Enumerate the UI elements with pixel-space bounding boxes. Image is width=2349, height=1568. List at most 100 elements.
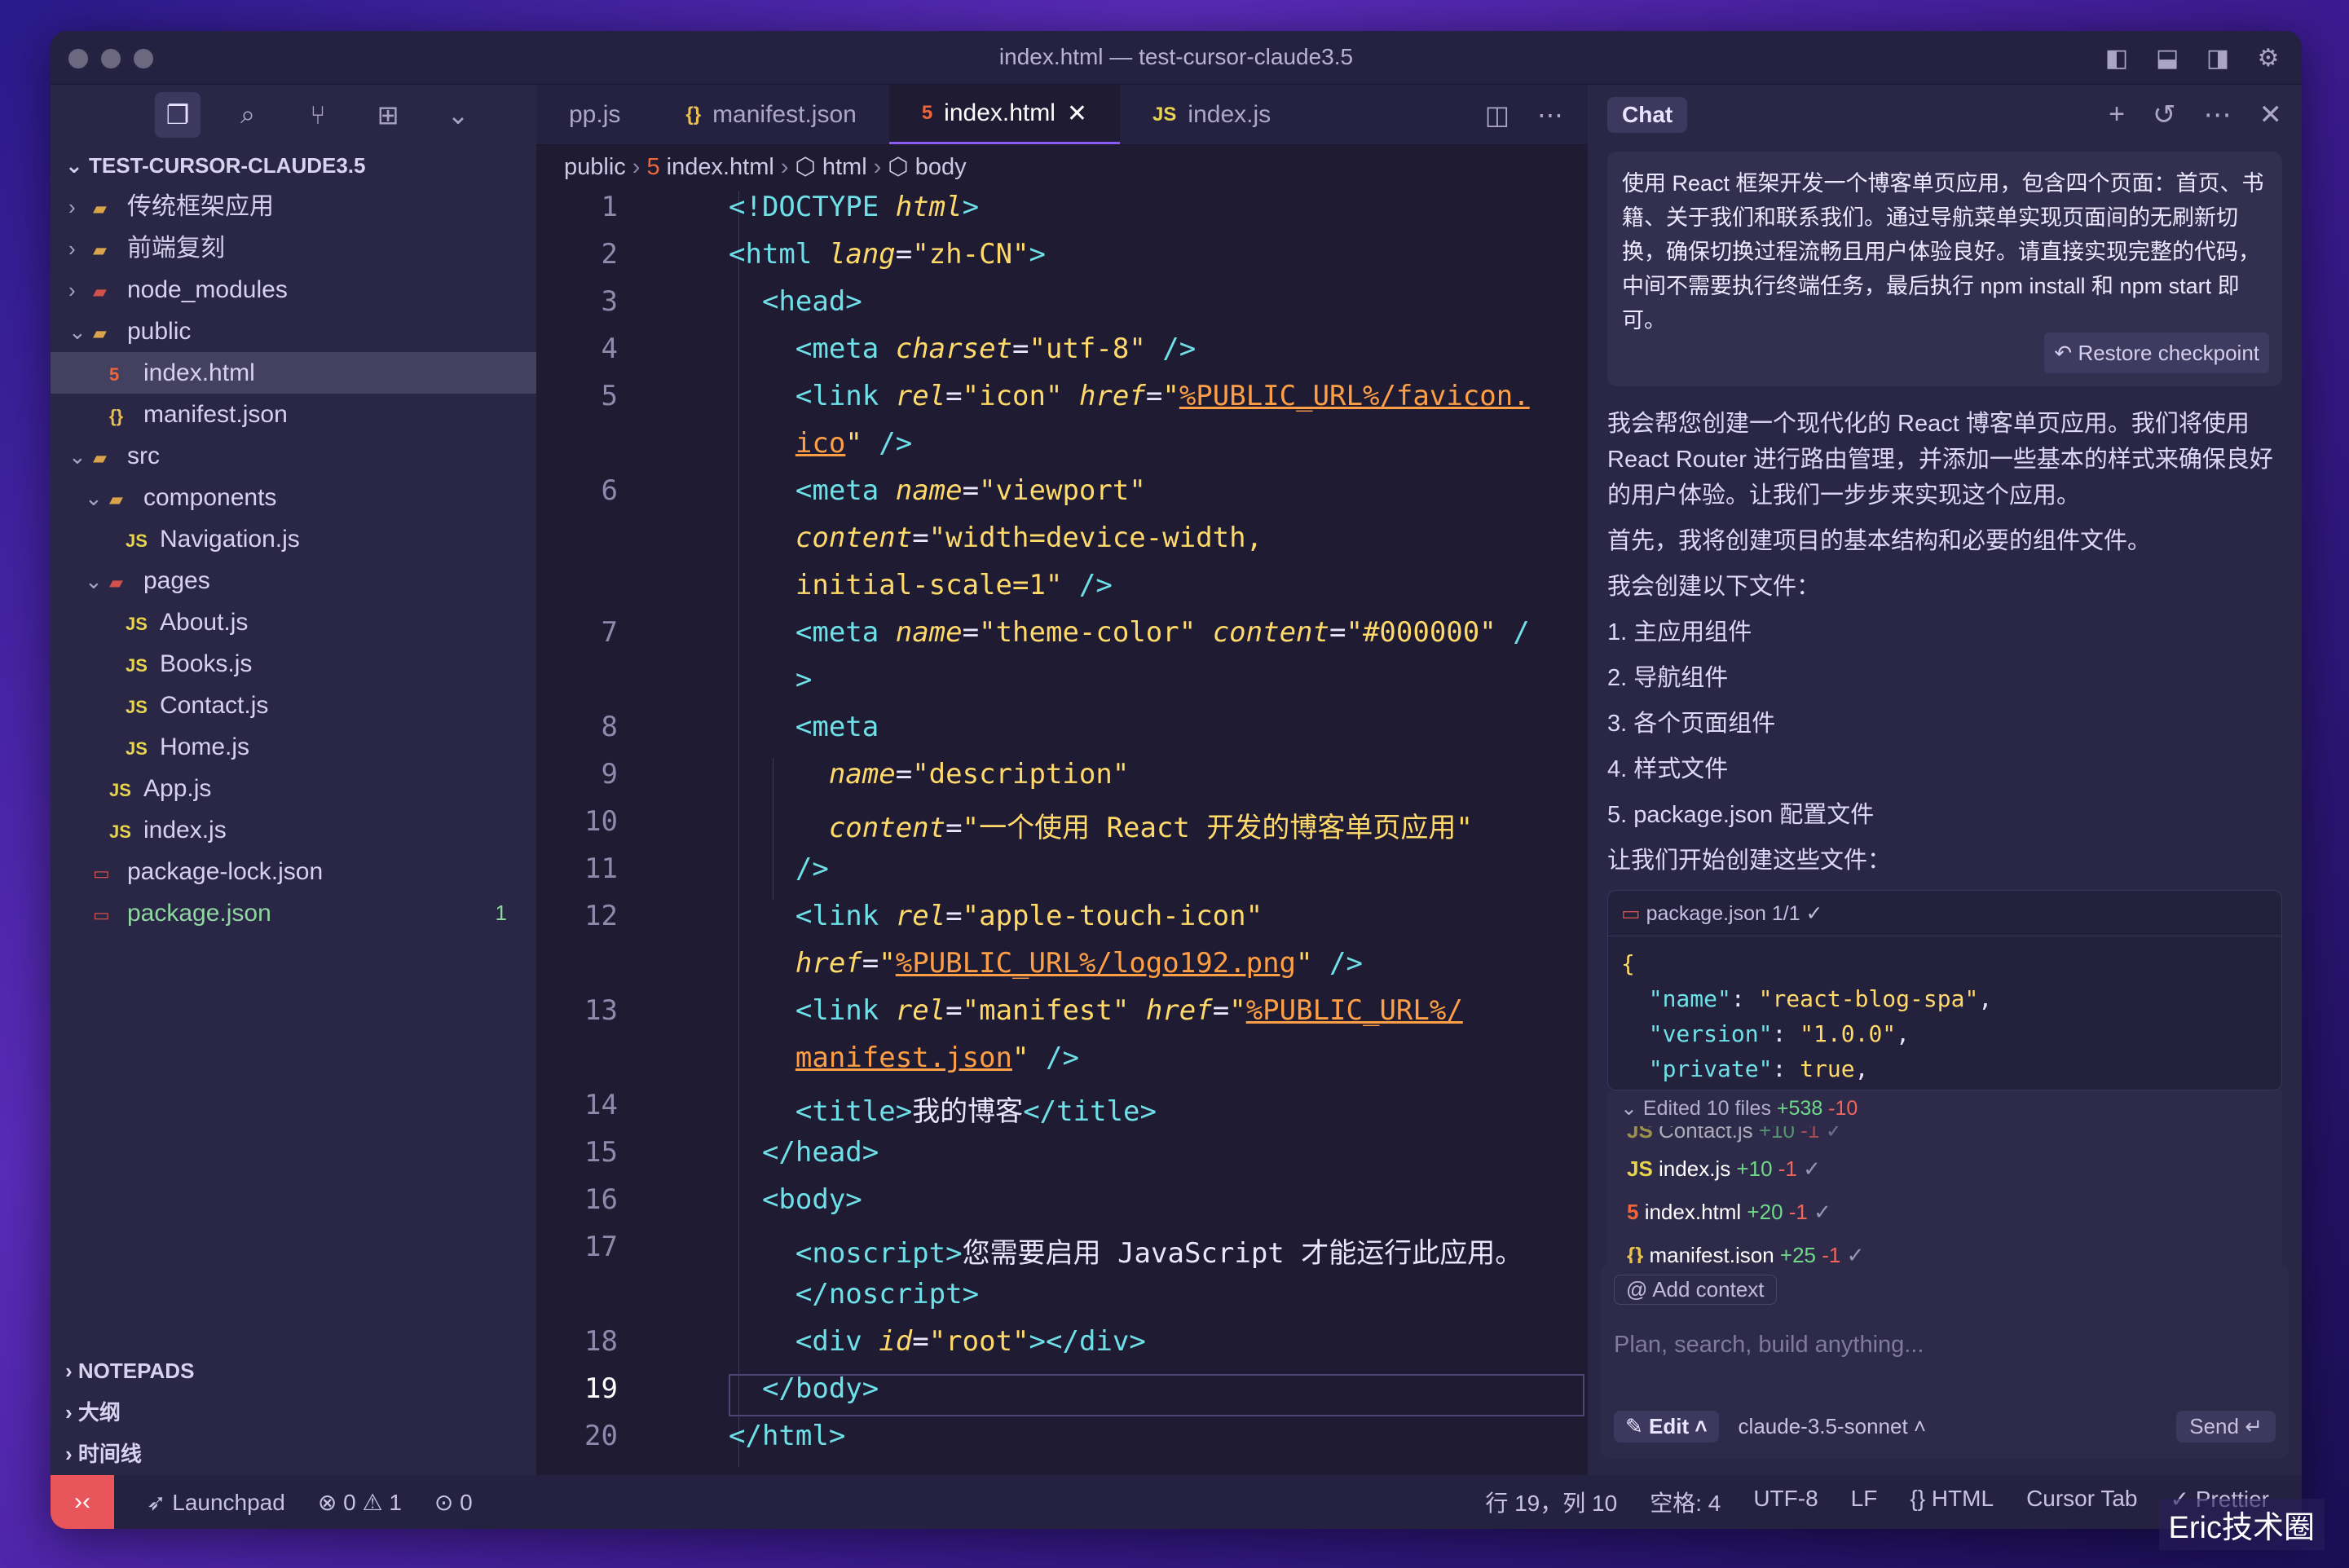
indentation[interactable]: 空格: 4: [1650, 1486, 1721, 1518]
chat-tab[interactable]: Chat: [1607, 97, 1688, 133]
code-line[interactable]: content="一个使用 React 开发的博客单页应用": [729, 805, 1473, 845]
search-icon[interactable]: ⌕: [225, 92, 271, 138]
code-line[interactable]: href="%PUBLIC_URL%/logo192.png" />: [729, 947, 1363, 980]
editor-tab[interactable]: pp.js: [536, 85, 653, 144]
explorer-files-icon[interactable]: ❐: [155, 92, 201, 138]
breadcrumb-body[interactable]: body: [915, 154, 967, 180]
tree-item[interactable]: JS About.js: [51, 601, 536, 643]
tree-item[interactable]: JS Home.js: [51, 726, 536, 768]
code-line[interactable]: <meta name="viewport": [729, 474, 1146, 507]
code-line[interactable]: <body>: [729, 1183, 862, 1216]
code-line[interactable]: manifest.json" />: [729, 1042, 1079, 1074]
code-line[interactable]: <meta charset="utf-8" />: [729, 333, 1196, 365]
chat-input[interactable]: Plan, search, build anything...: [1614, 1332, 1924, 1359]
code-block-card[interactable]: ▭ package.json 1/1 ✓ { "name": "react-bl…: [1607, 890, 2282, 1090]
editor-tab[interactable]: 5 index.html ✕: [888, 85, 1121, 144]
model-select[interactable]: claude-3.5-sonnet ˄: [1739, 1414, 1927, 1439]
code-line[interactable]: <div id="root"></div>: [729, 1325, 1146, 1358]
send-button[interactable]: Send ↵: [2176, 1410, 2276, 1442]
code-line[interactable]: <head>: [729, 285, 862, 318]
tree-item[interactable]: ⌄ ▰ src: [51, 435, 536, 477]
edited-file-row[interactable]: JS index.js +10 -1 ✓: [1607, 1147, 2282, 1191]
breadcrumb-folder[interactable]: public: [564, 154, 626, 180]
ports-item[interactable]: ⊙ 0: [434, 1489, 473, 1516]
folder-icon: ▭: [93, 863, 110, 883]
edited-file-row[interactable]: 5 index.html +20 -1 ✓: [1607, 1191, 2282, 1234]
tree-item[interactable]: ▭ package.json 1: [51, 892, 536, 934]
tree-item[interactable]: ▭ package-lock.json: [51, 851, 536, 892]
code-line[interactable]: <link rel="manifest" href="%PUBLIC_URL%/: [729, 994, 1463, 1027]
more-icon[interactable]: ⋯: [1537, 99, 1563, 130]
history-icon[interactable]: ↺: [2153, 99, 2176, 131]
code-line[interactable]: initial-scale=1" />: [729, 569, 1113, 601]
code-line[interactable]: />: [729, 852, 829, 885]
code-line[interactable]: <title>我的博客</title>: [729, 1089, 1157, 1129]
code-line[interactable]: >: [729, 663, 812, 696]
code-line[interactable]: </body>: [729, 1372, 879, 1405]
tree-item[interactable]: JS Navigation.js: [51, 518, 536, 560]
user-message[interactable]: 使用 React 框架开发一个博客单页应用，包含四个页面：首页、书籍、关于我们和…: [1607, 152, 2282, 386]
problems-item[interactable]: ⊗ 0 ⚠ 1: [318, 1489, 402, 1516]
code-line[interactable]: ico" />: [729, 427, 912, 460]
encoding[interactable]: UTF-8: [1753, 1486, 1818, 1518]
edited-files-header[interactable]: ⌄ Edited 10 files +538 -10: [1607, 1090, 2282, 1126]
tree-item[interactable]: JS App.js: [51, 768, 536, 809]
code-line[interactable]: </html>: [729, 1420, 845, 1452]
toggle-panel-icon[interactable]: ⬓: [2152, 42, 2183, 73]
new-chat-icon[interactable]: +: [2109, 99, 2125, 131]
breadcrumb-file[interactable]: index.html: [667, 154, 774, 180]
close-icon[interactable]: ✕: [1067, 99, 1087, 128]
chevron-down-icon: ⌄: [65, 153, 90, 178]
tree-item[interactable]: › ▰ 前端复刻: [51, 227, 536, 269]
tree-item[interactable]: ⌄ ▰ components: [51, 477, 536, 518]
js-file-icon: JS: [1627, 1126, 1659, 1143]
code-line[interactable]: <noscript>您需要启用 JavaScript 才能运行此应用。: [729, 1231, 1523, 1271]
more-icon[interactable]: ⋯: [2204, 99, 2232, 131]
chevron-right-icon: ›: [65, 1359, 78, 1383]
extensions-icon[interactable]: ⊞: [365, 92, 411, 138]
breadcrumb-html[interactable]: html: [822, 154, 867, 180]
toggle-secondary-sidebar-icon[interactable]: ◨: [2202, 42, 2233, 73]
cursor-position[interactable]: 行 19，列 10: [1485, 1486, 1617, 1518]
split-editor-icon[interactable]: ◫: [1485, 99, 1509, 130]
mode-select[interactable]: ✎ Edit ˄: [1614, 1410, 1719, 1442]
source-control-icon[interactable]: ⑂: [295, 92, 341, 138]
code-line[interactable]: <link rel="apple-touch-icon": [729, 900, 1263, 932]
remote-icon[interactable]: ›‹: [51, 1475, 114, 1529]
code-line[interactable]: </noscript>: [729, 1278, 979, 1310]
code-line[interactable]: <meta: [729, 711, 879, 743]
close-icon[interactable]: ✕: [2259, 99, 2283, 131]
tree-item[interactable]: ⌄ ▰ pages: [51, 560, 536, 601]
launchpad-item[interactable]: ➶ Launchpad: [147, 1489, 285, 1516]
code-line[interactable]: </head>: [729, 1136, 879, 1169]
code-line[interactable]: <meta name="theme-color" content="#00000…: [729, 616, 1530, 649]
add-context-button[interactable]: @ Add context: [1614, 1275, 1777, 1305]
chevron-down-icon[interactable]: ⌄: [435, 92, 481, 138]
tree-item[interactable]: JS Books.js: [51, 643, 536, 685]
editor-tab[interactable]: {} manifest.json: [653, 85, 888, 144]
line-ending[interactable]: LF: [1851, 1486, 1878, 1518]
editor-tab[interactable]: JS index.js: [1120, 85, 1303, 144]
tree-item[interactable]: JS Contact.js: [51, 685, 536, 726]
code-line[interactable]: <!DOCTYPE html>: [729, 191, 979, 223]
language-mode[interactable]: {} HTML: [1910, 1486, 1994, 1518]
tree-item[interactable]: ⌄ ▰ public: [51, 311, 536, 352]
settings-gear-icon[interactable]: ⚙: [2253, 42, 2284, 73]
tree-item[interactable]: {} manifest.json: [51, 394, 536, 435]
tree-item[interactable]: › ▰ node_modules: [51, 269, 536, 311]
tree-item[interactable]: › ▰ 传统框架应用: [51, 186, 536, 227]
edited-file-row[interactable]: JS Contact.js +10 -1 ✓: [1607, 1126, 2282, 1147]
toggle-sidebar-icon[interactable]: ◧: [2101, 42, 2132, 73]
section-timeline[interactable]: › 时间线: [51, 1434, 536, 1475]
section-notepads[interactable]: › NOTEPADS: [51, 1350, 536, 1392]
code-line[interactable]: <link rel="icon" href="%PUBLIC_URL%/favi…: [729, 380, 1530, 412]
tree-item[interactable]: JS index.js: [51, 809, 536, 851]
code-line[interactable]: name="description": [729, 758, 1129, 791]
project-root[interactable]: ⌄ TEST-CURSOR-CLAUDE3.5: [51, 145, 536, 186]
section-outline[interactable]: › 大纲: [51, 1392, 536, 1434]
cursor-tab[interactable]: Cursor Tab: [2026, 1486, 2137, 1518]
tree-item[interactable]: 5 index.html: [51, 352, 536, 394]
restore-checkpoint-button[interactable]: ↶ Restore checkpoint: [2044, 333, 2269, 373]
code-line[interactable]: content="width=device-width,: [729, 522, 1263, 554]
code-line[interactable]: <html lang="zh-CN">: [729, 238, 1046, 271]
